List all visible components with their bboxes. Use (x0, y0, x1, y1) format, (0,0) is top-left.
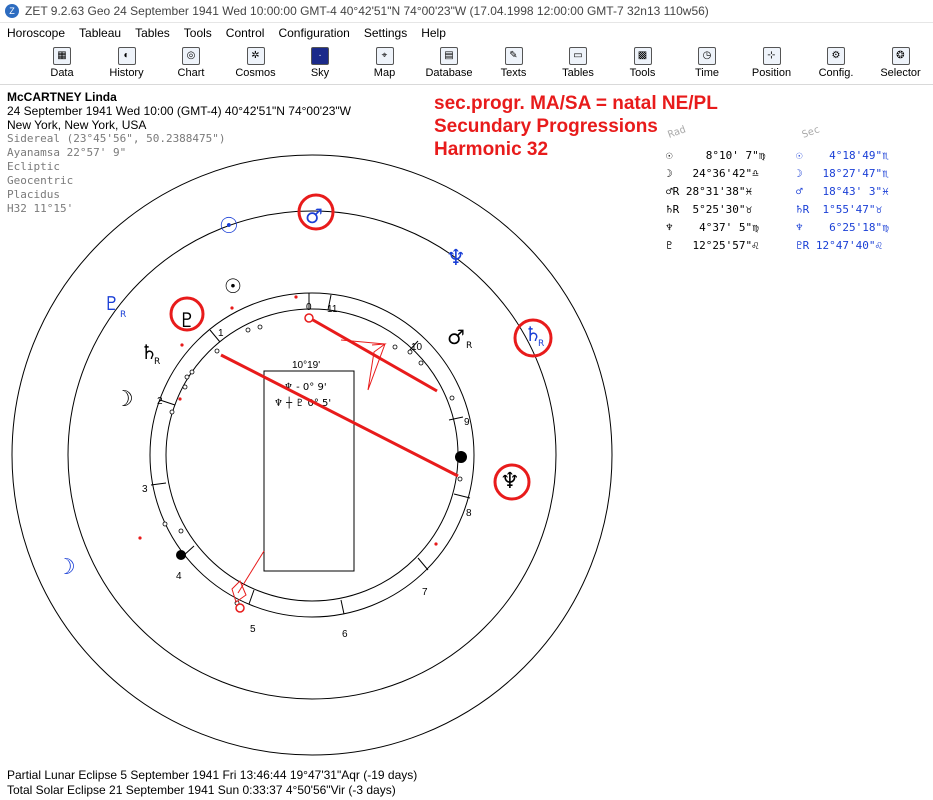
table-row: ♆ 4°37' 5"♍ (666, 221, 759, 234)
map-icon: ⌖ (375, 47, 394, 65)
config-icon: ⚙ (827, 47, 845, 65)
natal-moon-glyph: ☽ (114, 387, 134, 412)
table-row: ♇ 12°25'57"♌ (666, 239, 759, 252)
sky-icon: · (311, 47, 329, 65)
heading-line-1: sec.progr. MA/SA = natal NE/PL (434, 93, 718, 114)
natal-mars-glyph: ♂ (447, 325, 465, 349)
menu-help[interactable]: Help (414, 26, 453, 40)
toolbar-map-button[interactable]: ⌖ Map (353, 44, 417, 84)
ascendant-marker (304, 313, 314, 323)
tools-icon: ▩ (633, 47, 652, 65)
sec-neptune-glyph: ♆ (446, 246, 466, 271)
sun-marker (455, 451, 467, 463)
table-row: ♆ 6°25'18"♍ (796, 221, 889, 234)
toolbar-chart-button[interactable]: ◎ Chart (159, 44, 223, 84)
house-number: 10 (411, 342, 423, 353)
natal-neptune-glyph: ♆ (500, 469, 520, 494)
header-secondary: Sec (800, 124, 822, 141)
toolbar-database-button[interactable]: ▤ Database (417, 44, 481, 84)
house-number: 6 (342, 629, 348, 640)
retro-mark: R (466, 341, 472, 351)
house-number: 1 (218, 328, 224, 339)
eclipse-info: Partial Lunar Eclipse 5 September 1941 F… (7, 768, 417, 798)
toolbar-cosmos-button[interactable]: ✲ Cosmos (224, 44, 288, 84)
house-number: 7 (422, 587, 428, 598)
toolbar-position-button[interactable]: ⊹ Position (740, 44, 804, 84)
toolbar-config-button[interactable]: ⚙ Config. (804, 44, 868, 84)
menu-tables[interactable]: Tables (128, 26, 177, 40)
table-row: ☉ 8°10' 7"♍ (666, 149, 766, 162)
chart-icon: ◎ (182, 47, 200, 65)
toolbar-selector-button[interactable]: ❂ Selector (869, 44, 933, 84)
menu-bar: Horoscope Tableau Tables Tools Control C… (0, 23, 933, 43)
toolbar-sky-button[interactable]: · Sky (288, 44, 352, 84)
sec-mars-glyph: ♂ (305, 204, 323, 228)
tables-icon: ▭ (569, 47, 587, 65)
toolbar-tools-button[interactable]: ▩ Tools (611, 44, 675, 84)
toolbar-history-button[interactable]: ◐ History (95, 44, 159, 84)
retro-mark: R (538, 339, 544, 349)
toolbar: ▦ Data ◐ History ◎ Chart ✲ Cosmos · Sky ⌖ Map … (0, 44, 933, 85)
toolbar-time-button[interactable]: ◷ Time (675, 44, 739, 84)
toolbar-texts-button[interactable]: ✎ Texts (482, 44, 546, 84)
lunar-eclipse-line: Partial Lunar Eclipse 5 September 1941 F… (7, 768, 418, 782)
horoscope-wheel[interactable]: 0 11 10 9 8 7 6 5 4 3 2 1 10°19' ♆ - 0° … (0, 140, 640, 760)
menu-control[interactable]: Control (219, 26, 272, 40)
data-icon: ▦ (53, 47, 71, 65)
menu-tableau[interactable]: Tableau (72, 26, 128, 40)
table-row: ☽ 18°27'47"♏ (796, 167, 889, 180)
toolbar-data-button[interactable]: ▦ Data (30, 44, 94, 84)
moon-marker (176, 550, 186, 560)
window-title: ZET 9.2.63 Geo 24 September 1941 Wed 10:… (25, 4, 709, 18)
menu-configuration[interactable]: Configuration (271, 26, 356, 40)
table-row: ☽ 24°36'42"♎ (666, 167, 759, 180)
app-icon: Z (5, 4, 19, 18)
retro-mark: R (154, 357, 160, 367)
retro-mark: R (120, 310, 126, 320)
house-number: 0 (306, 302, 312, 313)
table-row: ☉ 4°18'49"♏ (796, 149, 889, 162)
table-row: ♇R 12°47'40"♌ (796, 239, 883, 252)
menu-tools[interactable]: Tools (177, 26, 219, 40)
table-row: ♄R 5°25'30"♉ (666, 203, 753, 216)
birth-place: New York, New York, USA (7, 118, 147, 132)
toolbar-tables-button[interactable]: ▭ Tables (546, 44, 610, 84)
menu-horoscope[interactable]: Horoscope (0, 26, 72, 40)
time-icon: ◷ (698, 47, 716, 65)
table-row: ♂ 18°43' 3"♓ (796, 185, 889, 198)
table-row: ♄R 1°55'47"♉ (796, 203, 883, 216)
house-number: 5 (250, 624, 256, 635)
history-icon: ◐ (117, 47, 136, 65)
selector-icon: ❂ (891, 47, 910, 65)
cosmos-icon: ✲ (246, 47, 265, 65)
position-icon: ⊹ (762, 47, 781, 65)
house-number: 4 (176, 571, 182, 582)
descendant-marker (235, 603, 245, 613)
menu-settings[interactable]: Settings (357, 26, 414, 40)
house-number: 3 (142, 484, 148, 495)
natal-sun-glyph: ☉ (224, 274, 242, 298)
sec-pluto-glyph: ♇ (103, 293, 120, 315)
person-name: McCARTNEY Linda (7, 90, 117, 104)
house-number: 8 (466, 508, 472, 519)
house-number: 9 (464, 417, 470, 428)
house-number: 11 (327, 304, 338, 315)
table-row: ♂R 28°31'38"♓ (666, 185, 753, 198)
database-icon: ▤ (440, 47, 458, 65)
house-number: 2 (157, 396, 163, 407)
texts-icon: ✎ (504, 47, 523, 65)
sec-sun-glyph: ☉ (219, 214, 239, 239)
midpoint-title: 10°19' (292, 360, 320, 371)
solar-eclipse-line: Total Solar Eclipse 21 September 1941 Su… (7, 783, 396, 797)
sec-moon-glyph: ☽ (56, 555, 76, 580)
birth-data: 24 September 1941 Wed 10:00 (GMT-4) 40°4… (7, 104, 352, 118)
title-bar: Z ZET 9.2.63 Geo 24 September 1941 Wed 1… (0, 0, 933, 23)
